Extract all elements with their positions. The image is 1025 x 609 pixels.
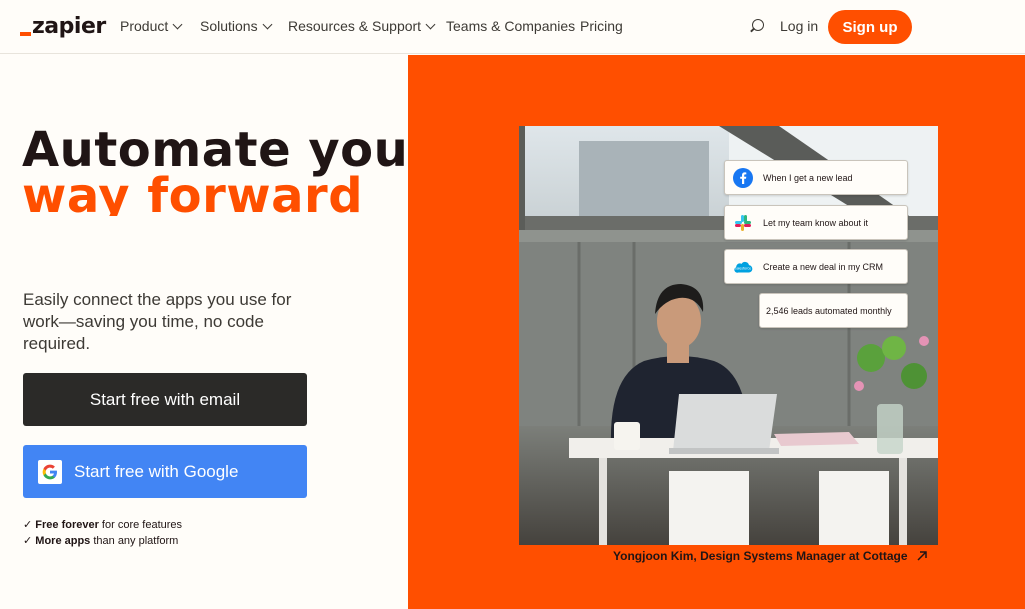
- workflow-card-trigger-text: When I get a new lead: [763, 172, 853, 183]
- svg-text:salesforce: salesforce: [735, 266, 751, 270]
- nav-teams-label: Teams & Companies: [446, 18, 576, 34]
- photo-caption-link[interactable]: Yongjoon Kim, Design Systems Manager at …: [613, 549, 928, 563]
- nav-product[interactable]: Product: [120, 18, 183, 34]
- slack-icon: [733, 213, 753, 233]
- checkmark-icon: ✓: [23, 535, 36, 547]
- hero-headline-line1: Automate your: [22, 122, 408, 178]
- workflow-stat-text: 2,546 leads automated monthly: [766, 305, 892, 316]
- workflow-stat-card: 2,546 leads automated monthly: [759, 293, 908, 328]
- feature-check-1-bold: Free forever: [35, 519, 99, 531]
- nav-resources[interactable]: Resources & Support: [288, 18, 436, 34]
- feature-check-1: ✓ Free forever for core features: [23, 518, 182, 531]
- google-icon: [38, 459, 62, 484]
- top-nav: zapier Product Solutions Resources & Sup…: [0, 0, 1025, 54]
- feature-check-1-rest: for core features: [98, 519, 183, 531]
- login-link[interactable]: Log in: [780, 18, 818, 34]
- start-free-google-label: Start free with Google: [74, 461, 239, 481]
- feature-check-2: ✓ More apps than any platform: [23, 534, 178, 547]
- start-free-google-button[interactable]: Start free with Google: [23, 445, 307, 498]
- logo-underscore: [20, 32, 31, 36]
- workflow-card-crm: salesforce Create a new deal in my CRM: [724, 249, 908, 284]
- nav-pricing-label: Pricing: [580, 18, 623, 34]
- feature-check-2-bold: More apps: [35, 535, 91, 547]
- salesforce-icon: salesforce: [733, 257, 753, 277]
- signup-button[interactable]: Sign up: [828, 10, 912, 44]
- chevron-down-icon: [172, 19, 183, 29]
- workflow-card-trigger: When I get a new lead: [724, 160, 908, 195]
- logo-text: zapier: [32, 14, 106, 39]
- nav-teams[interactable]: Teams & Companies: [446, 18, 575, 34]
- hero-headline-line2: way forward: [22, 171, 364, 216]
- nav-solutions[interactable]: Solutions: [200, 18, 273, 34]
- zapier-logo[interactable]: zapier: [20, 14, 106, 40]
- chevron-down-icon: [262, 19, 273, 29]
- chevron-down-icon: [425, 19, 436, 29]
- checkmark-icon: ✓: [23, 519, 36, 531]
- nav-solutions-label: Solutions: [200, 18, 258, 34]
- start-free-email-button[interactable]: Start free with email: [23, 373, 307, 426]
- hero-subtext: Easily connect the apps you use for work…: [23, 290, 292, 353]
- search-icon[interactable]: [750, 19, 764, 33]
- hero-image-panel: When I get a new lead Let my team know a…: [408, 55, 1025, 609]
- photo-caption-text: Yongjoon Kim, Design Systems Manager at …: [613, 549, 908, 563]
- facebook-icon: [733, 167, 753, 188]
- workflow-card-notify-text: Let my team know about it: [763, 217, 869, 228]
- workflow-card-crm-text: Create a new deal in my CRM: [763, 261, 884, 272]
- start-free-email-label: Start free with email: [89, 389, 241, 409]
- arrow-up-right-icon: [916, 551, 927, 561]
- feature-check-2-rest: than any platform: [90, 535, 179, 547]
- nav-pricing[interactable]: Pricing: [580, 18, 623, 34]
- nav-resources-label: Resources & Support: [288, 18, 422, 34]
- nav-product-label: Product: [120, 18, 169, 34]
- workflow-card-notify: Let my team know about it: [724, 205, 908, 240]
- hero-left: Automate your way forward Easily connect…: [0, 55, 408, 609]
